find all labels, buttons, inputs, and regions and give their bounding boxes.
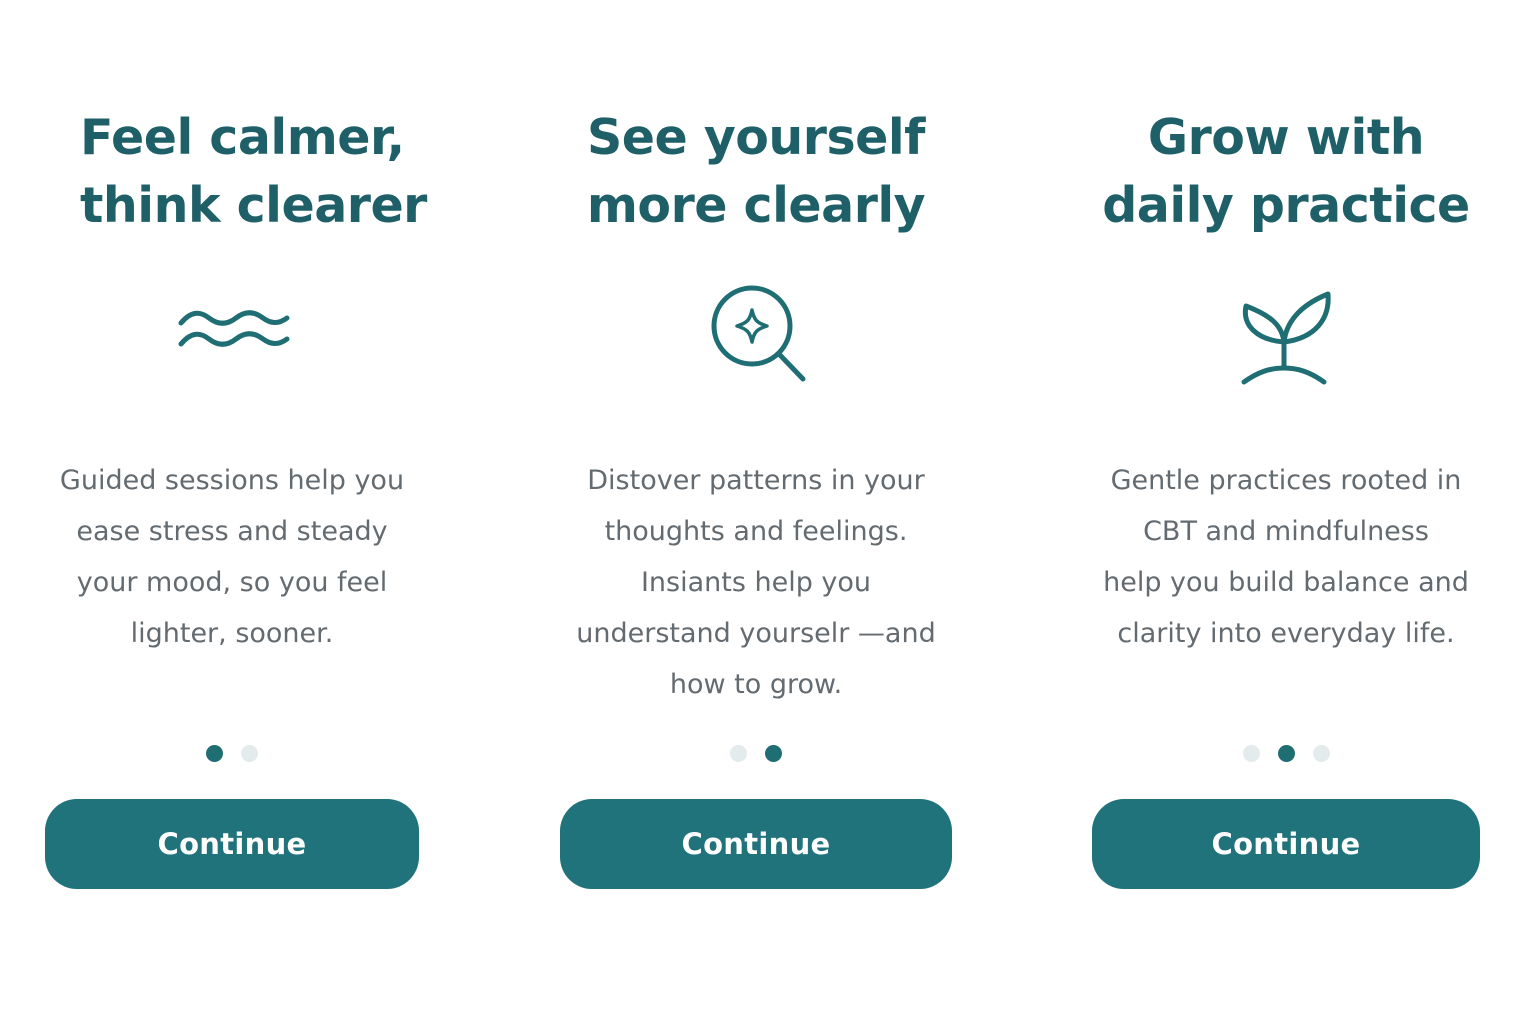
description-line: Distover patterns in your bbox=[587, 465, 925, 496]
waves-icon bbox=[175, 280, 295, 390]
description-line: how to grow. bbox=[669, 669, 843, 700]
page-dot-active[interactable] bbox=[1277, 744, 1295, 762]
description-line: Guided sessions help you bbox=[59, 465, 405, 496]
screen-title: Feel calmer, think clearer bbox=[30, 104, 434, 240]
page-indicator bbox=[1082, 743, 1490, 763]
description-line: understand yourselr —and bbox=[576, 618, 936, 649]
title-line: more clearly bbox=[586, 177, 926, 234]
page-indicator bbox=[550, 743, 962, 763]
continue-button[interactable]: Continue bbox=[45, 799, 419, 889]
page-dot-active[interactable] bbox=[765, 744, 782, 762]
page-dot[interactable] bbox=[1312, 744, 1330, 762]
screen-description: Guided sessions help you ease stress and… bbox=[30, 455, 434, 659]
onboarding-screen-calm: Feel calmer, think clearer Guided sessio… bbox=[30, 0, 434, 1024]
onboarding-screen-insight: See yourself more clearly Distover patte… bbox=[550, 0, 962, 1024]
page-indicator bbox=[30, 743, 434, 763]
onboarding-screen-growth: Grow with daily practice Gentle practice… bbox=[1082, 0, 1490, 1024]
description-line: lighter, sooner. bbox=[130, 618, 334, 649]
continue-button[interactable]: Continue bbox=[1092, 799, 1480, 889]
title-line: daily practice bbox=[1102, 177, 1470, 234]
description-line: Gentle practices rooted in bbox=[1110, 465, 1462, 496]
page-dot-active[interactable] bbox=[206, 744, 223, 762]
sprout-icon bbox=[1224, 280, 1344, 390]
title-line: Feel calmer, bbox=[80, 109, 405, 166]
screen-description: Gentle practices rooted in CBT and mindf… bbox=[1082, 455, 1490, 659]
magnifier-sparkle-icon bbox=[700, 280, 820, 390]
description-line: help you build balance and bbox=[1103, 567, 1469, 598]
screen-description: Distover patterns in your thoughts and f… bbox=[550, 455, 962, 710]
description-line: ease stress and steady bbox=[76, 516, 388, 547]
title-line: think clearer bbox=[80, 177, 427, 234]
page-dot[interactable] bbox=[241, 744, 258, 762]
description-line: thoughts and feelings. bbox=[604, 516, 908, 547]
description-line: Insiants help you bbox=[640, 567, 872, 598]
title-line: See yourself bbox=[587, 109, 925, 166]
screen-title: Grow with daily practice bbox=[1082, 104, 1490, 240]
screen-title: See yourself more clearly bbox=[550, 104, 962, 240]
continue-button[interactable]: Continue bbox=[560, 799, 952, 889]
page-dot[interactable] bbox=[1242, 744, 1260, 762]
title-line: Grow with bbox=[1147, 109, 1425, 166]
description-line: CBT and mindfulness bbox=[1143, 516, 1429, 547]
description-line: clarity into everyday life. bbox=[1117, 618, 1455, 649]
page-dot[interactable] bbox=[730, 744, 747, 762]
description-line: your mood, so you feel bbox=[76, 567, 388, 598]
